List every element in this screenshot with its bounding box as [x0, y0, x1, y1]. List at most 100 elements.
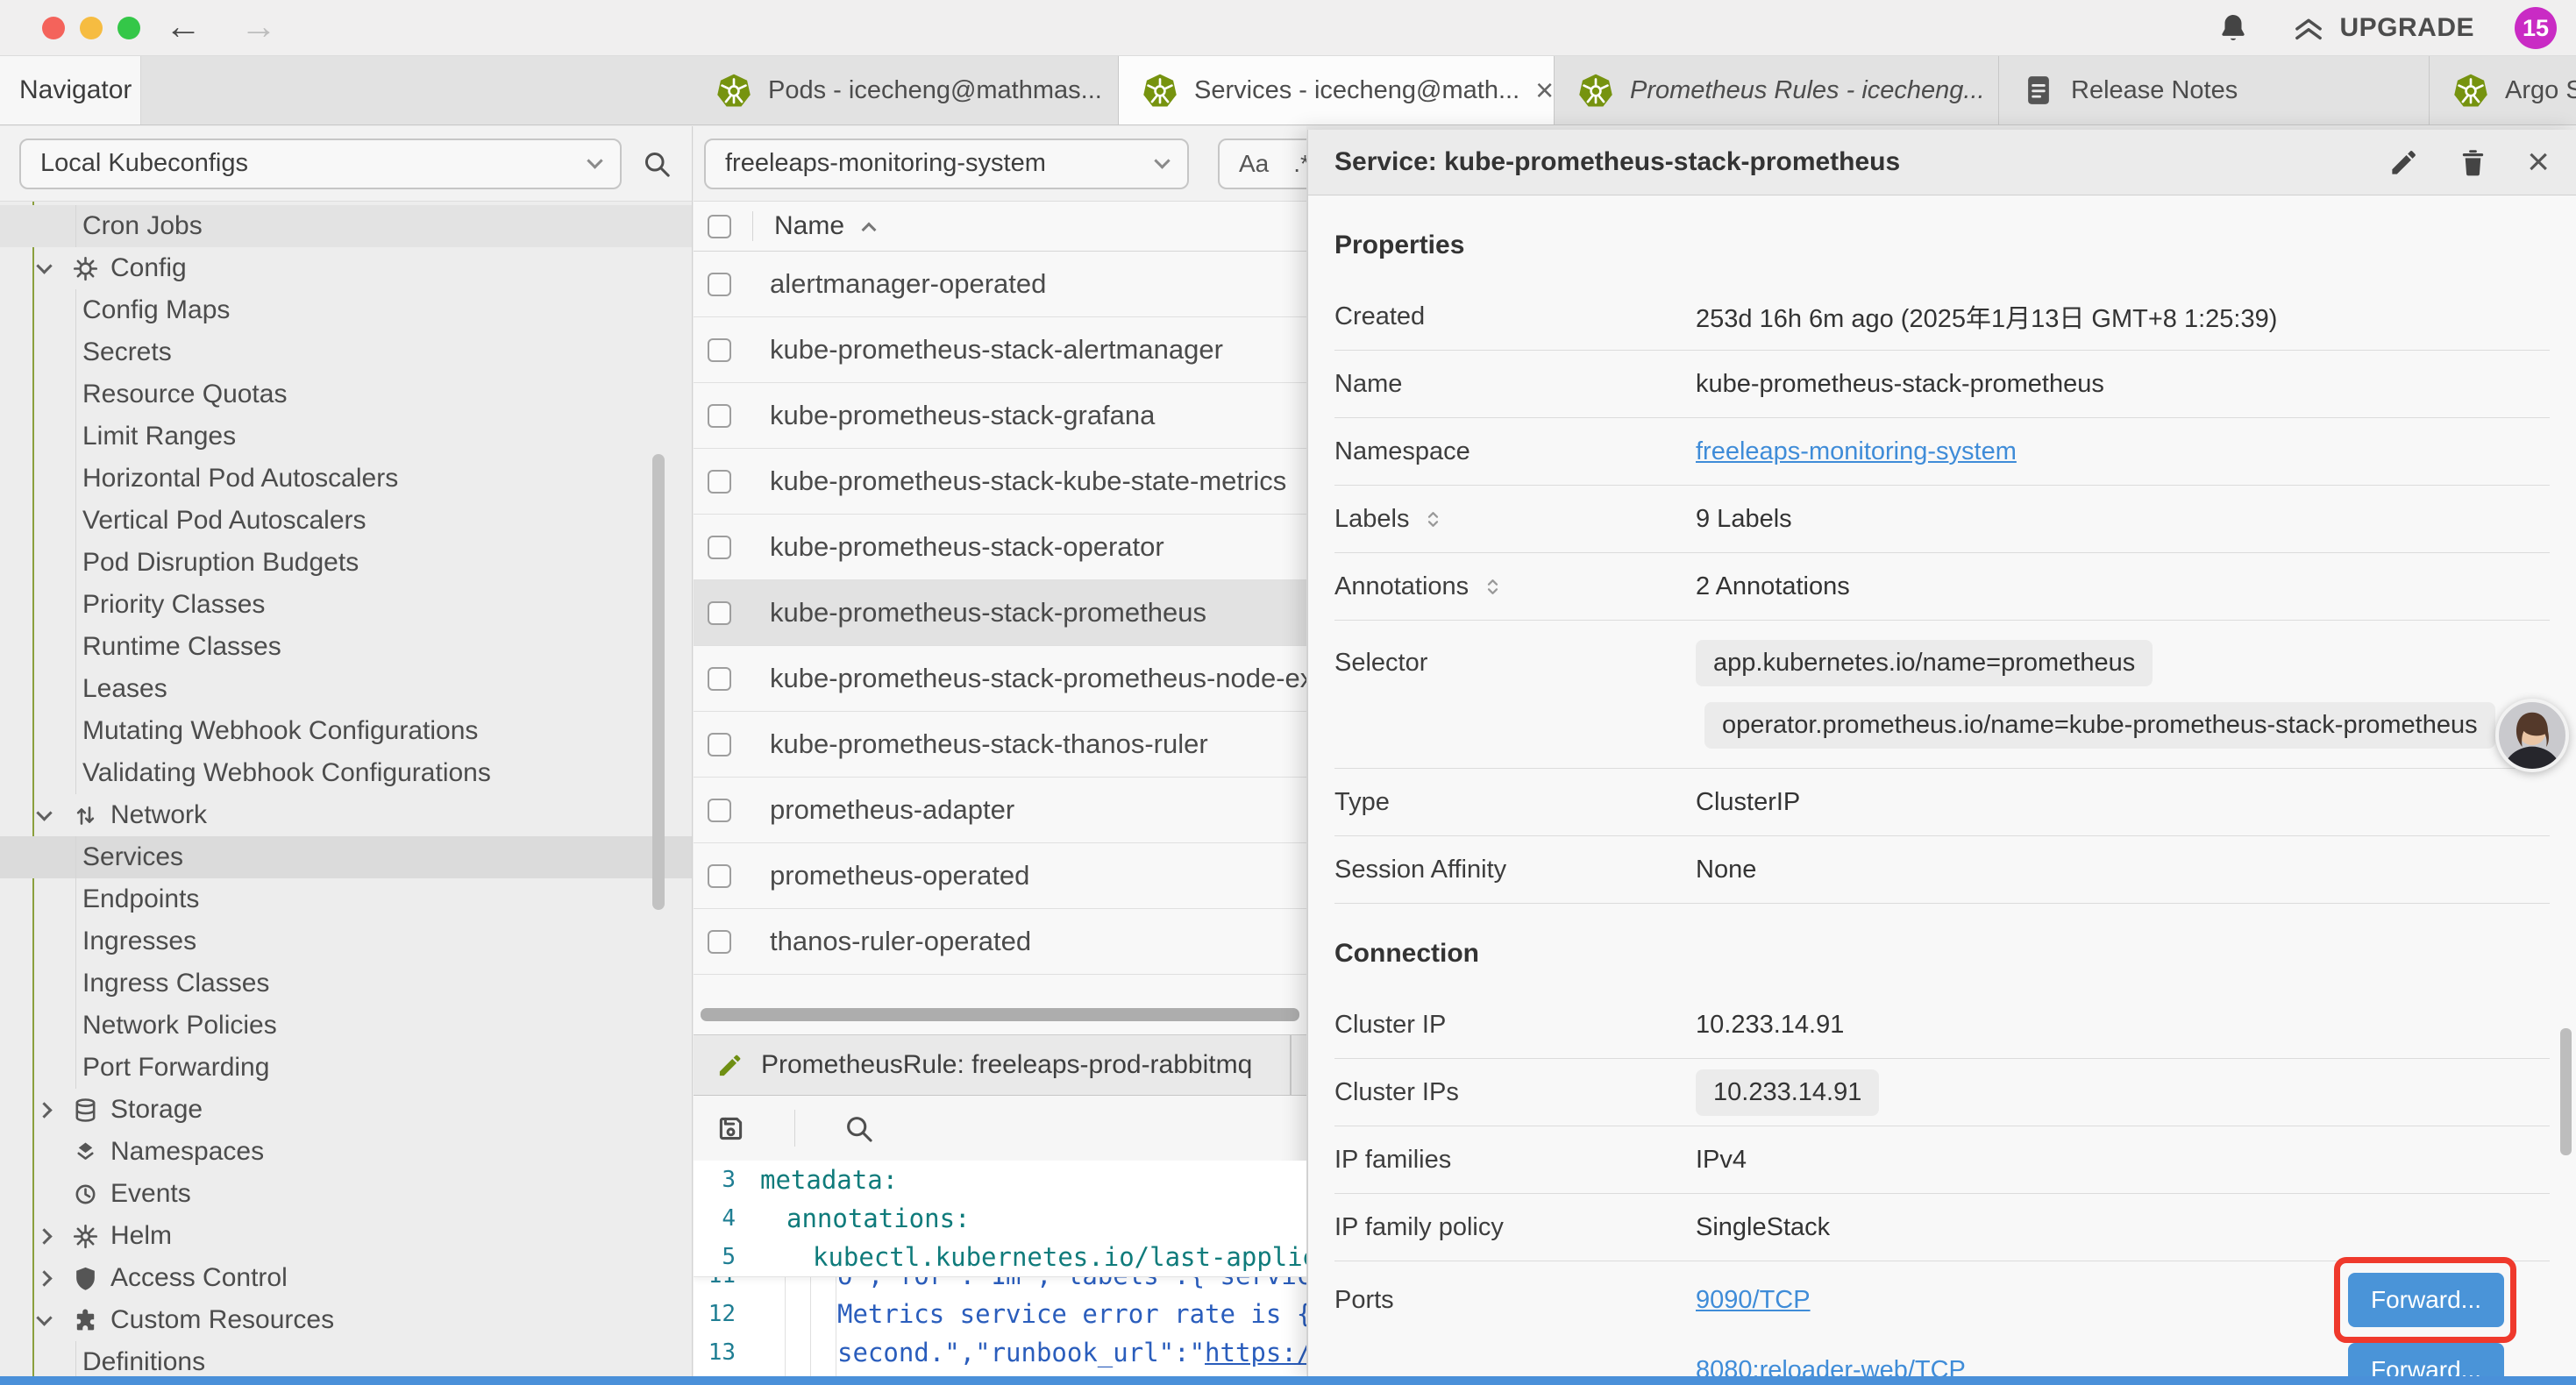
sidebar-tree-item[interactable]: Ingresses	[0, 920, 692, 962]
name-column-header[interactable]: Name	[774, 211, 844, 241]
sidebar-tree-item[interactable]: Events	[0, 1173, 692, 1215]
sidebar-tree-item[interactable]: Mutating Webhook Configurations	[0, 710, 692, 752]
tab[interactable]: Prometheus Rules - icecheng...	[1555, 56, 1999, 124]
code-link[interactable]: https://net	[1205, 1338, 1306, 1367]
sidebar-tree-item[interactable]: Services	[0, 836, 692, 878]
table-row[interactable]: kube-prometheus-stack-alertmanager	[694, 317, 1306, 383]
table-row[interactable]: thanos-ruler-operated	[694, 909, 1306, 975]
kubeconfig-selector[interactable]: Local Kubeconfigs	[19, 138, 622, 189]
sidebar-tree-item[interactable]: Network Policies	[0, 1005, 692, 1047]
sidebar-tree-item[interactable]: Namespaces	[0, 1131, 692, 1173]
row-checkbox[interactable]	[708, 930, 731, 954]
tab[interactable]: Argo Se	[2430, 56, 2576, 124]
table-search-input[interactable]: Aa .* prome	[1218, 138, 1306, 189]
forward-port-button[interactable]: Forward...	[2348, 1343, 2504, 1376]
yaml-editor[interactable]: 3metadata: 4annotations: 5kubectl.kubern…	[694, 1161, 1306, 1376]
tab[interactable]: Services - icecheng@math...	[1119, 56, 1555, 124]
port-link[interactable]: 8080:reloader-web/TCP	[1696, 1356, 1966, 1377]
port-link[interactable]: 9090/TCP	[1696, 1286, 1811, 1314]
row-checkbox[interactable]	[708, 864, 731, 888]
tab[interactable]: Pods - icecheng@mathmas...	[693, 56, 1119, 124]
table-row[interactable]: kube-prometheus-stack-grafana	[694, 383, 1306, 449]
row-checkbox[interactable]	[708, 667, 731, 691]
forward-port-button[interactable]: Forward...	[2348, 1273, 2504, 1327]
row-checkbox[interactable]	[708, 404, 731, 428]
table-row[interactable]: kube-prometheus-stack-prometheus	[694, 580, 1306, 646]
table-row[interactable]: kube-prometheus-stack-operator	[694, 515, 1306, 580]
close-tab-icon[interactable]	[1535, 75, 1554, 106]
notifications-bell-icon[interactable]	[2217, 11, 2250, 45]
namespace-link[interactable]: freeleaps-monitoring-system	[1696, 437, 2017, 465]
row-checkbox[interactable]	[708, 470, 731, 494]
sidebar-tree-item[interactable]: Priority Classes	[0, 584, 692, 626]
sidebar-tree-item[interactable]: Validating Webhook Configurations	[0, 752, 692, 794]
sidebar-tree-item[interactable]: Resource Quotas	[0, 373, 692, 416]
sidebar-tree-item[interactable]: Endpoints	[0, 878, 692, 920]
table-row[interactable]: prometheus-operated	[694, 843, 1306, 909]
sidebar-tree-item[interactable]: Config	[0, 247, 692, 289]
back-button[interactable]	[165, 5, 202, 47]
row-checkbox[interactable]	[708, 273, 731, 296]
sidebar-tree-item[interactable]: Storage	[0, 1089, 692, 1131]
namespace-filter-select[interactable]: freeleaps-monitoring-system	[704, 138, 1189, 189]
close-drawer-icon[interactable]	[2527, 143, 2550, 181]
edit-pencil-icon[interactable]	[2388, 147, 2419, 178]
sidebar-tree-item[interactable]: Port Forwarding	[0, 1047, 692, 1089]
delete-trash-icon[interactable]	[2458, 147, 2488, 178]
select-all-checkbox[interactable]	[708, 215, 731, 238]
row-checkbox[interactable]	[708, 601, 731, 625]
table-row[interactable]: prometheus-adapter	[694, 778, 1306, 843]
sidebar-tree-item[interactable]: Secrets	[0, 331, 692, 373]
sidebar-tree-item[interactable]: Network	[0, 794, 692, 836]
sidebar-tree-item[interactable]: Pod Disruption Budgets	[0, 542, 692, 584]
match-case-toggle[interactable]: Aa	[1239, 150, 1269, 178]
chevron-down-icon[interactable]	[36, 1310, 52, 1325]
row-checkbox[interactable]	[708, 799, 731, 822]
avatar[interactable]	[2495, 699, 2569, 772]
sidebar-tree-item[interactable]: Ingress Classes	[0, 962, 692, 1005]
notification-badge[interactable]: 15	[2515, 7, 2557, 49]
chevron-down-icon[interactable]	[36, 805, 52, 820]
sidebar-tree-item[interactable]: Definitions	[0, 1341, 692, 1376]
sidebar-tree-item[interactable]: Config Maps	[0, 289, 692, 331]
sidebar-tree-item[interactable]: Custom Resources	[0, 1299, 692, 1341]
row-checkbox[interactable]	[708, 536, 731, 559]
expand-collapse-icon[interactable]	[1421, 508, 1445, 531]
sidebar-tree-item[interactable]: Cron Jobs	[0, 205, 692, 247]
chevron-right-icon[interactable]	[36, 1102, 52, 1118]
table-row[interactable]: kube-prometheus-stack-prometheus-node-ex…	[694, 646, 1306, 712]
sidebar-search-icon[interactable]	[641, 148, 672, 180]
zoom-window-button[interactable]	[117, 17, 140, 39]
row-checkbox[interactable]	[708, 338, 731, 362]
save-icon[interactable]	[715, 1112, 747, 1145]
close-window-button[interactable]	[42, 17, 65, 39]
table-row[interactable]: alertmanager-operated	[694, 252, 1306, 317]
sidebar-tree-item[interactable]: Horizontal Pod Autoscalers	[0, 458, 692, 500]
drawer-title: Service: kube-prometheus-stack-prometheu…	[1334, 147, 1900, 177]
horizontal-scrollbar[interactable]	[701, 1008, 1299, 1021]
chevron-right-icon[interactable]	[36, 1228, 52, 1244]
table-row[interactable]: kube-prometheus-stack-thanos-ruler	[694, 712, 1306, 778]
expand-collapse-icon[interactable]	[1481, 575, 1505, 599]
tab[interactable]: Release Notes	[1999, 56, 2430, 124]
upgrade-button[interactable]: UPGRADE	[2290, 10, 2474, 46]
sidebar-tree-item[interactable]: Leases	[0, 668, 692, 710]
editor-tab[interactable]: PrometheusRule: freeleaps-prod-rabbitmq	[694, 1035, 1292, 1095]
sidebar-scrollbar[interactable]	[652, 454, 665, 910]
chevron-right-icon[interactable]	[36, 1270, 52, 1286]
sidebar-tree-item[interactable]: Runtime Classes	[0, 626, 692, 668]
minimize-window-button[interactable]	[80, 17, 103, 39]
editor-search-icon[interactable]	[843, 1112, 875, 1145]
chevron-down-icon[interactable]	[36, 258, 52, 273]
editor-tab-partial[interactable]	[1292, 1035, 1306, 1095]
sidebar-tree-item[interactable]: Limit Ranges	[0, 416, 692, 458]
sidebar-tree-item[interactable]: Access Control	[0, 1257, 692, 1299]
table-row[interactable]: kube-prometheus-stack-kube-state-metrics	[694, 449, 1306, 515]
regex-toggle[interactable]: .*	[1293, 150, 1306, 178]
sidebar-tree-item[interactable]: Helm	[0, 1215, 692, 1257]
row-checkbox[interactable]	[708, 733, 731, 756]
sort-ascending-icon[interactable]	[862, 223, 877, 238]
sidebar-tree-item[interactable]: Vertical Pod Autoscalers	[0, 500, 692, 542]
drawer-scrollbar[interactable]	[2560, 1028, 2572, 1155]
navigator-panel-tab[interactable]: Navigator	[0, 56, 141, 124]
